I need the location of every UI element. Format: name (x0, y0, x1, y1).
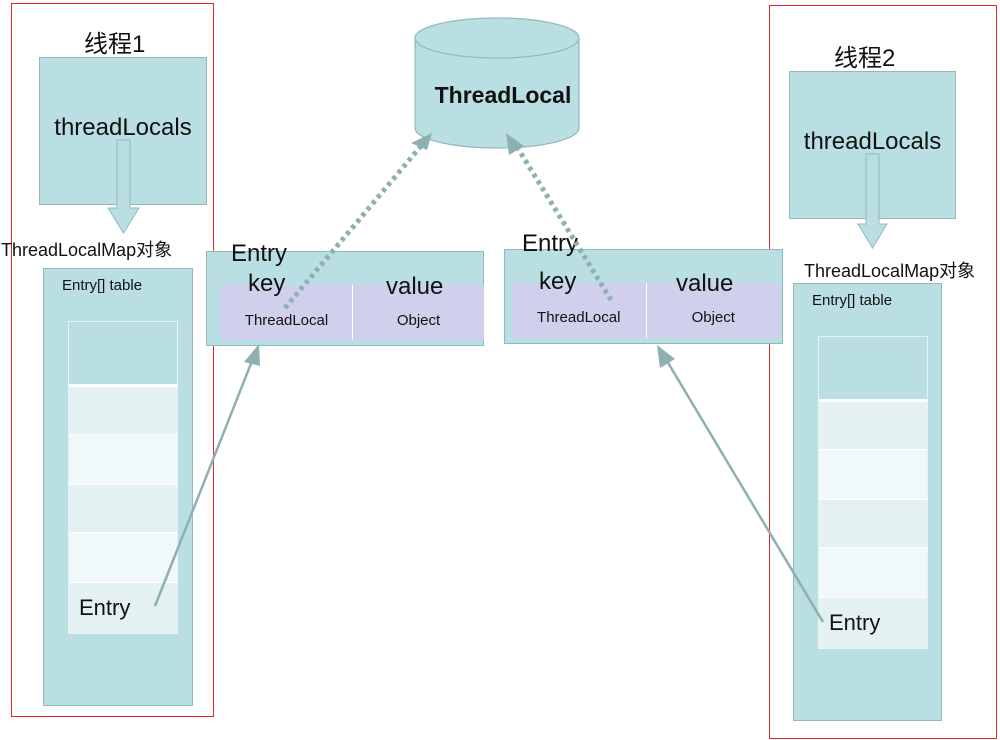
entry2-key-weak-ref-arrow (511, 140, 614, 302)
thread1-entry-ref-arrowhead (244, 344, 260, 366)
threadlocal-label: ThreadLocal (435, 82, 572, 108)
entry1-key-weak-ref-arrow (283, 138, 428, 310)
thread2-down-arrow (857, 153, 888, 249)
thread2-entry-ref-arrowhead (657, 345, 675, 368)
thread1-entry-ref-arrow (153, 355, 256, 607)
thread2-entry-ref-arrow (662, 355, 825, 623)
diagram-graphics: ThreadLocal (107, 17, 888, 623)
thread1-down-arrow (107, 139, 140, 234)
